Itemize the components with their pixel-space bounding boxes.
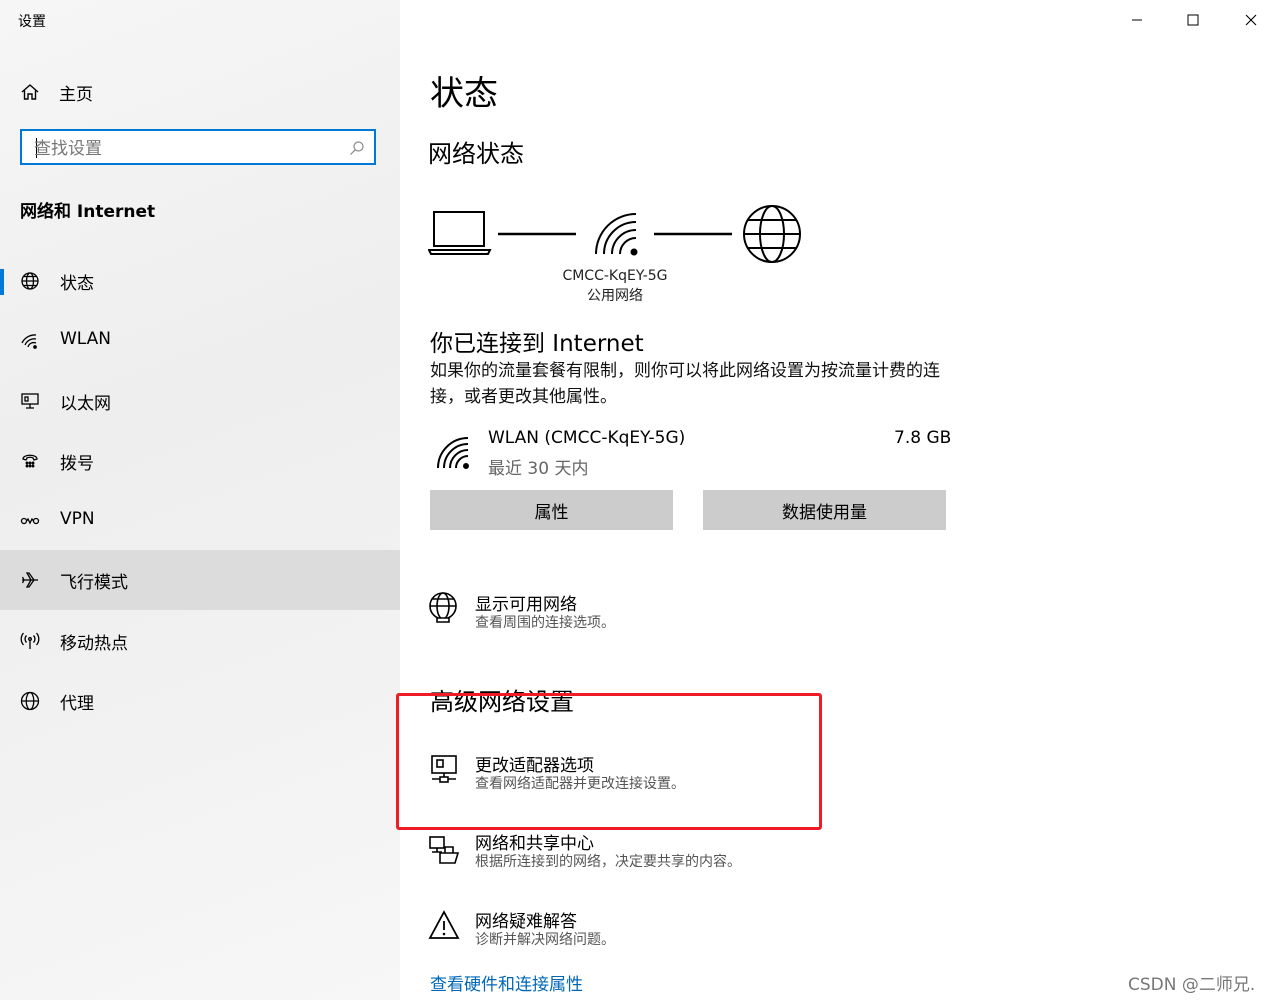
wifi-signal-icon — [595, 213, 638, 256]
search-icon[interactable] — [349, 140, 365, 156]
vpn-icon — [20, 517, 40, 525]
show-networks-subtitle: 查看周围的连接选项。 — [475, 615, 615, 631]
laptop-icon — [428, 211, 492, 255]
sidebar-item-label: WLAN — [60, 329, 112, 349]
data-usage-button[interactable]: 数据使用量 — [703, 490, 946, 530]
sidebar-item-label: VPN — [60, 509, 95, 529]
sidebar-item-ethernet[interactable]: 以太网 — [0, 371, 400, 431]
connected-description: 如果你的流量套餐有限制，则你可以将此网络设置为按流量计费的连接，或者更改其他属性… — [430, 361, 940, 407]
sidebar-item-status[interactable]: 状态 — [0, 251, 400, 311]
hardware-properties-link[interactable]: 查看硬件和连接属性 — [430, 970, 583, 995]
sidebar-home-label: 主页 — [59, 84, 93, 105]
search-box[interactable] — [20, 129, 376, 165]
connection-usage: 7.8 GB — [894, 428, 952, 448]
sidebar-item-hotspot[interactable]: 移动热点 — [0, 611, 400, 671]
wifi-icon — [21, 334, 37, 349]
page-title: 状态 — [430, 74, 498, 114]
globe-network-icon — [429, 592, 457, 623]
proxy-globe-icon — [20, 691, 40, 711]
main-content: 状态 网络状态 CMCC-KqEY-5G 公用网络 你已连接到 Internet… — [400, 0, 1280, 1000]
connection-period: 最近 30 天内 — [488, 459, 589, 479]
search-input[interactable] — [32, 137, 336, 161]
internet-globe-icon — [743, 205, 801, 263]
sidebar-item-wlan[interactable]: WLAN — [0, 311, 400, 371]
network-info: CMCC-KqEY-5G 公用网络 — [550, 266, 680, 306]
warning-icon — [428, 910, 460, 939]
sharing-center-icon — [429, 836, 460, 864]
troubleshoot-subtitle: 诊断并解决网络问题。 — [475, 932, 615, 948]
highlight-box — [396, 693, 822, 830]
ethernet-icon — [21, 393, 39, 409]
sidebar-item-label: 代理 — [60, 694, 94, 714]
sidebar-item-vpn[interactable]: VPN — [0, 491, 400, 551]
status-globe-icon — [21, 272, 39, 290]
sidebar-item-proxy[interactable]: 代理 — [0, 671, 400, 731]
home-icon — [21, 84, 39, 100]
sidebar-item-dialup[interactable]: 拨号 — [0, 431, 400, 491]
sidebar-item-label: 以太网 — [60, 394, 111, 414]
sidebar-home[interactable]: 主页 — [20, 80, 93, 105]
sidebar-item-label: 拨号 — [60, 454, 94, 474]
watermark: CSDN @二师兄. — [1128, 975, 1256, 995]
app-title: 设置 — [18, 14, 46, 30]
sidebar: 设置 主页 网络和 Internet 状态 WLAN 以太网 — [0, 0, 400, 1000]
sidebar-item-airplane-mode[interactable]: 飞行模式 — [0, 550, 400, 610]
sidebar-item-label: 移动热点 — [60, 634, 128, 654]
network-status-heading: 网络状态 — [428, 140, 524, 168]
properties-button[interactable]: 属性 — [430, 490, 673, 530]
sidebar-section-title: 网络和 Internet — [20, 202, 156, 222]
dialup-icon — [22, 454, 38, 468]
network-type: 公用网络 — [587, 288, 643, 304]
airplane-icon — [21, 572, 38, 588]
wlan-connection-icon — [437, 437, 469, 469]
sidebar-item-label: 状态 — [60, 274, 94, 294]
network-name: CMCC-KqEY-5G — [562, 268, 668, 284]
hotspot-icon — [20, 632, 40, 649]
sidebar-item-label: 飞行模式 — [60, 573, 128, 593]
sharing-center-subtitle: 根据所连接到的网络，决定要共享的内容。 — [475, 854, 741, 870]
connected-heading: 你已连接到 Internet — [430, 331, 644, 357]
connection-name: WLAN (CMCC-KqEY-5G) — [488, 428, 686, 448]
network-diagram — [428, 205, 801, 263]
